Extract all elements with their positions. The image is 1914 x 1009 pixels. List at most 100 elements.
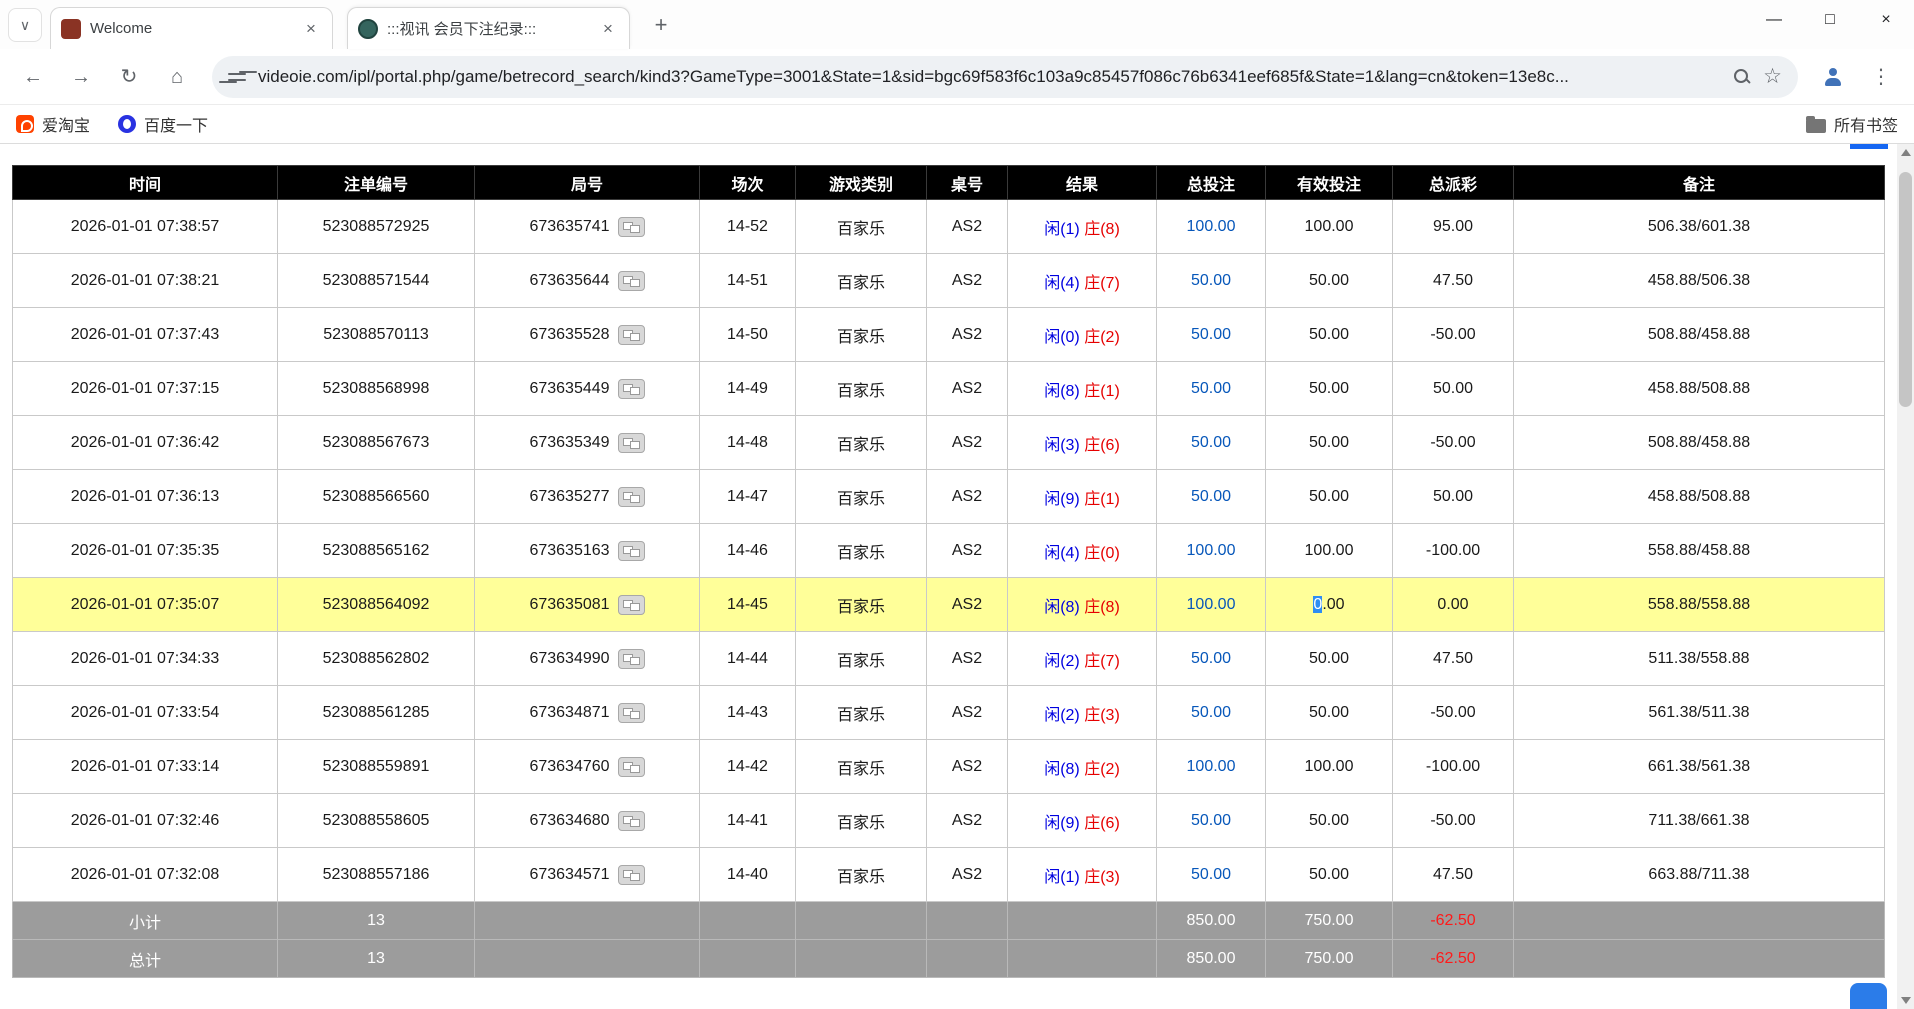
- cell-round: 673634990: [475, 632, 700, 686]
- round-detail-icon[interactable]: [618, 703, 645, 723]
- cell-game-type: 百家乐: [796, 686, 927, 740]
- cell-payout: -50.00: [1393, 794, 1514, 848]
- tab-close-icon[interactable]: ×: [597, 18, 619, 40]
- cell-session: 14-40: [700, 848, 796, 902]
- round-detail-icon[interactable]: [618, 865, 645, 885]
- round-detail-icon[interactable]: [618, 487, 645, 507]
- close-button[interactable]: ×: [1858, 0, 1914, 40]
- scrollbar-thumb[interactable]: [1899, 172, 1912, 407]
- total-bet-link[interactable]: 100.00: [1187, 758, 1236, 775]
- tab-welcome[interactable]: Welcome ×: [50, 7, 333, 49]
- cell-session: 14-43: [700, 686, 796, 740]
- round-detail-icon[interactable]: [618, 271, 645, 291]
- cell-payout: -100.00: [1393, 524, 1514, 578]
- new-tab-button[interactable]: +: [644, 8, 678, 42]
- total-bet-link[interactable]: 50.00: [1191, 488, 1231, 505]
- page-content: 时间注单编号局号场次游戏类别桌号结果总投注有效投注总派彩备注 2026-01-0…: [0, 144, 1914, 1009]
- round-detail-icon[interactable]: [618, 757, 645, 777]
- refresh-button[interactable]: ↻: [108, 56, 150, 98]
- result-banker: 庄(8): [1084, 599, 1120, 616]
- cell-payout: -50.00: [1393, 416, 1514, 470]
- summary-cell: [700, 940, 796, 978]
- cell-result: 闲(8) 庄(2): [1008, 740, 1157, 794]
- maximize-button[interactable]: □: [1802, 0, 1858, 40]
- cell-game-type: 百家乐: [796, 362, 927, 416]
- round-detail-icon[interactable]: [618, 595, 645, 615]
- cell-payout: -50.00: [1393, 308, 1514, 362]
- total-bet-link[interactable]: 50.00: [1191, 866, 1231, 883]
- total-bet-link[interactable]: 50.00: [1191, 812, 1231, 829]
- floating-action-button[interactable]: [1850, 983, 1887, 1009]
- cell-bet-id: 523088565162: [278, 524, 475, 578]
- tab-close-icon[interactable]: ×: [300, 18, 322, 40]
- cell-bet-id: 523088572925: [278, 200, 475, 254]
- tab-title: :::视讯 会员下注纪录:::: [387, 18, 588, 39]
- bookmark-baidu[interactable]: 百度一下: [118, 112, 208, 136]
- tab-search-button[interactable]: ∨: [8, 8, 42, 42]
- result-banker: 庄(6): [1084, 437, 1120, 454]
- total-bet-link[interactable]: 50.00: [1191, 272, 1231, 289]
- cell-result: 闲(8) 庄(1): [1008, 362, 1157, 416]
- cell-game-type: 百家乐: [796, 416, 927, 470]
- scroll-down-arrow[interactable]: [1897, 992, 1914, 1009]
- all-bookmarks-button[interactable]: 所有书签: [1806, 112, 1898, 136]
- cell-table-no: AS2: [927, 848, 1008, 902]
- round-detail-icon[interactable]: [618, 433, 645, 453]
- result-player: 闲(9): [1044, 491, 1080, 508]
- round-detail-icon[interactable]: [618, 541, 645, 561]
- total-bet-link[interactable]: 50.00: [1191, 650, 1231, 667]
- total-bet-link[interactable]: 50.00: [1191, 704, 1231, 721]
- forward-button[interactable]: →: [60, 56, 102, 98]
- total-bet-link[interactable]: 50.00: [1191, 326, 1231, 343]
- menu-button[interactable]: ⋮: [1860, 56, 1902, 98]
- total-bet-link[interactable]: 50.00: [1191, 380, 1231, 397]
- back-button[interactable]: ←: [12, 56, 54, 98]
- summary-cell: 850.00: [1157, 940, 1266, 978]
- text-selection: 0: [1313, 596, 1322, 613]
- url-bar[interactable]: videoie.com/ipl/portal.php/game/betrecor…: [212, 56, 1798, 98]
- cell-bet-id: 523088558605: [278, 794, 475, 848]
- cell-time: 2026-01-01 07:34:33: [13, 632, 278, 686]
- result-banker: 庄(2): [1084, 329, 1120, 346]
- scroll-up-arrow[interactable]: [1897, 144, 1914, 161]
- round-detail-icon[interactable]: [618, 325, 645, 345]
- bet-table-foot: 小计13850.00750.00-62.50总计13850.00750.00-6…: [13, 902, 1885, 978]
- total-bet-link[interactable]: 100.00: [1187, 218, 1236, 235]
- table-row: 2026-01-01 07:35:35523088565162673635163…: [13, 524, 1885, 578]
- cell-result: 闲(4) 庄(7): [1008, 254, 1157, 308]
- cell-bet-id: 523088561285: [278, 686, 475, 740]
- page-scrollbar[interactable]: [1897, 144, 1914, 1009]
- total-bet-link[interactable]: 50.00: [1191, 434, 1231, 451]
- site-info-icon[interactable]: [228, 69, 246, 85]
- url-text[interactable]: videoie.com/ipl/portal.php/game/betrecor…: [258, 67, 1721, 87]
- round-detail-icon[interactable]: [618, 217, 645, 237]
- home-button[interactable]: ⌂: [156, 56, 198, 98]
- cell-result: 闲(0) 庄(2): [1008, 308, 1157, 362]
- bookmark-aitaobao[interactable]: 爱淘宝: [16, 112, 90, 136]
- tab-bet-record[interactable]: :::视讯 会员下注纪录::: ×: [347, 7, 630, 49]
- bookmark-star-icon[interactable]: ☆: [1763, 66, 1782, 87]
- round-detail-icon[interactable]: [618, 379, 645, 399]
- cell-session: 14-52: [700, 200, 796, 254]
- profile-button[interactable]: [1812, 56, 1854, 98]
- round-number: 673635081: [529, 596, 609, 613]
- summary-cell: [796, 902, 927, 940]
- cell-bet-id: 523088562802: [278, 632, 475, 686]
- summary-cell: [796, 940, 927, 978]
- total-row: 总计13850.00750.00-62.50: [13, 940, 1885, 978]
- table-row: 2026-01-01 07:38:57523088572925673635741…: [13, 200, 1885, 254]
- result-player: 闲(1): [1044, 869, 1080, 886]
- cell-round: 673635349: [475, 416, 700, 470]
- cell-time: 2026-01-01 07:35:07: [13, 578, 278, 632]
- total-bet-link[interactable]: 100.00: [1187, 596, 1236, 613]
- baidu-icon: [118, 115, 136, 133]
- result-player: 闲(4): [1044, 275, 1080, 292]
- summary-cell: [1008, 940, 1157, 978]
- round-detail-icon[interactable]: [618, 811, 645, 831]
- cell-total-bet: 50.00: [1157, 308, 1266, 362]
- minimize-button[interactable]: —: [1746, 0, 1802, 40]
- zoom-icon[interactable]: [1733, 68, 1751, 86]
- total-bet-link[interactable]: 100.00: [1187, 542, 1236, 559]
- round-detail-icon[interactable]: [618, 649, 645, 669]
- round-number: 673635528: [529, 326, 609, 343]
